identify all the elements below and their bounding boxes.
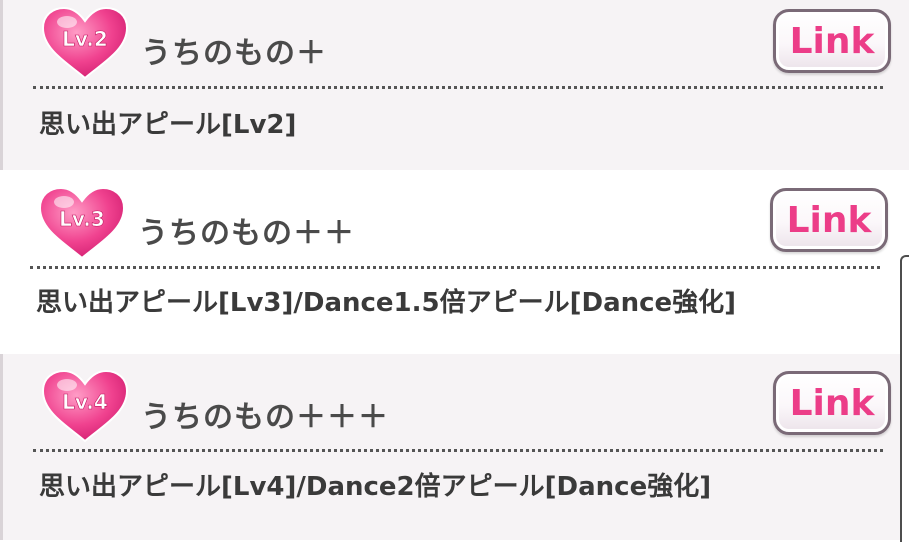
skill-name: うちのもの＋＋ xyxy=(138,216,355,251)
skill-panel-lv4: Lv.4 うちのもの＋＋＋ Link 思い出アピール[Lv4]/Dance2倍ア… xyxy=(0,354,909,540)
level-badge-text: Lv.2 xyxy=(62,27,108,51)
link-button[interactable]: Link xyxy=(770,188,888,252)
level-badge-text: Lv.4 xyxy=(62,390,108,414)
skill-description: 思い出アピール[Lv3]/Dance1.5倍アピール[Dance強化] xyxy=(36,288,737,318)
heart-level-badge-icon: Lv.3 xyxy=(36,186,128,260)
skill-panel-lv2: Lv.2 うちのもの＋ Link 思い出アピール[Lv2] xyxy=(0,0,909,170)
skill-description: 思い出アピール[Lv2] xyxy=(39,110,297,140)
dotted-divider xyxy=(33,86,883,89)
dotted-divider xyxy=(33,449,883,452)
link-button[interactable]: Link xyxy=(773,371,891,435)
scrollbar[interactable] xyxy=(900,255,909,542)
dotted-divider xyxy=(30,266,880,269)
skill-description: 思い出アピール[Lv4]/Dance2倍アピール[Dance強化] xyxy=(39,472,712,502)
link-button[interactable]: Link xyxy=(773,9,891,73)
skill-panel-lv3: Lv.3 うちのもの＋＋ Link 思い出アピール[Lv3]/Dance1.5倍… xyxy=(0,170,909,354)
heart-level-badge-icon: Lv.4 xyxy=(39,369,131,443)
skill-name: うちのもの＋ xyxy=(141,36,327,71)
level-badge-text: Lv.3 xyxy=(59,207,105,231)
heart-level-badge-icon: Lv.2 xyxy=(39,6,131,80)
skill-name: うちのもの＋＋＋ xyxy=(141,400,389,435)
